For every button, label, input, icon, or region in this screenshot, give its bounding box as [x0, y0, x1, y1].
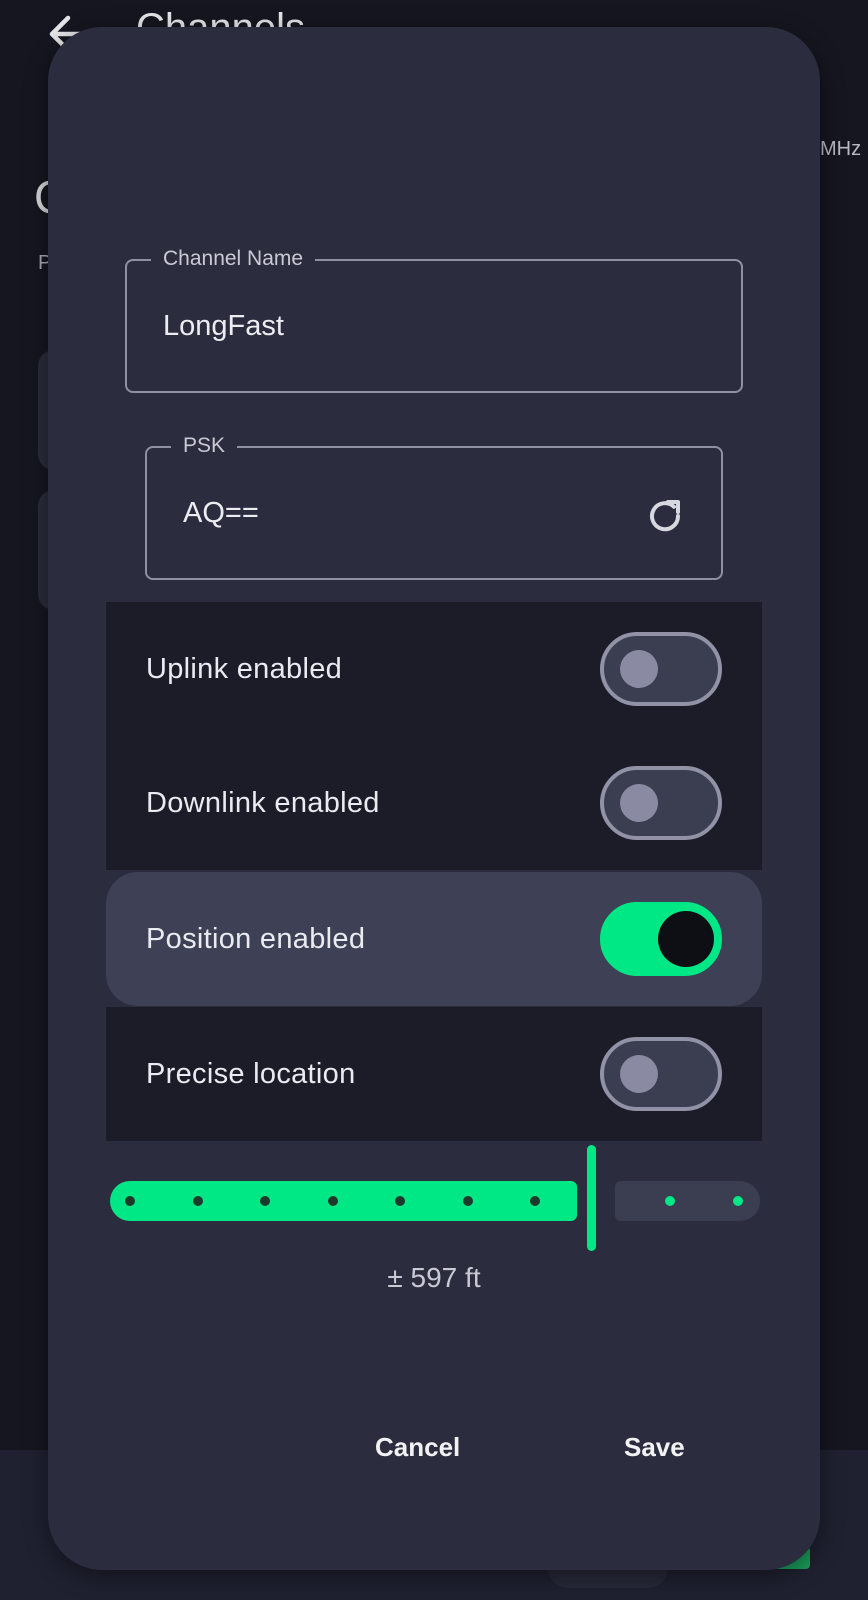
toggle-row-precise-location[interactable]: Precise location	[106, 1007, 762, 1141]
frequency-unit-text: MHz	[820, 138, 862, 160]
refresh-icon[interactable]	[643, 494, 687, 538]
switch-knob	[620, 1055, 658, 1093]
toggle-row-downlink[interactable]: Downlink enabled	[106, 736, 762, 870]
slider-tick	[732, 1196, 743, 1206]
precision-value-label: ± 597 ft	[387, 1262, 481, 1293]
slider-thumb[interactable]	[586, 1145, 596, 1251]
toggle-row-uplink[interactable]: Uplink enabled	[106, 602, 762, 736]
uplink-switch[interactable]	[600, 632, 722, 706]
slider-tick	[462, 1196, 473, 1206]
channel-name-value[interactable]: LongFast	[163, 261, 284, 391]
slider-tick	[260, 1196, 270, 1206]
save-button[interactable]: Save	[624, 1432, 685, 1463]
switch-knob	[620, 650, 658, 688]
slider-tick	[395, 1196, 405, 1206]
downlink-label: Downlink enabled	[146, 786, 380, 819]
slider-active-track	[110, 1181, 577, 1221]
cancel-button[interactable]: Cancel	[375, 1432, 460, 1463]
position-switch[interactable]	[600, 902, 722, 976]
psk-value[interactable]: AQ==	[183, 448, 259, 578]
slider-tick	[192, 1196, 203, 1206]
precise-location-label: Precise location	[146, 1057, 356, 1090]
channel-name-field[interactable]: Channel Name LongFast	[125, 246, 743, 393]
slider-tick	[125, 1196, 135, 1206]
toggle-row-position[interactable]: Position enabled	[106, 872, 762, 1006]
slider-tick	[665, 1196, 675, 1206]
position-label: Position enabled	[146, 922, 366, 955]
slider-tick	[530, 1196, 540, 1206]
precise-location-switch[interactable]	[600, 1037, 722, 1111]
switch-knob	[620, 784, 658, 822]
psk-field[interactable]: PSK AQ==	[145, 433, 723, 580]
precision-slider[interactable]	[110, 1145, 760, 1255]
uplink-label: Uplink enabled	[146, 652, 343, 685]
switch-knob	[658, 911, 714, 967]
slider-tick	[327, 1196, 338, 1206]
downlink-switch[interactable]	[600, 766, 722, 840]
